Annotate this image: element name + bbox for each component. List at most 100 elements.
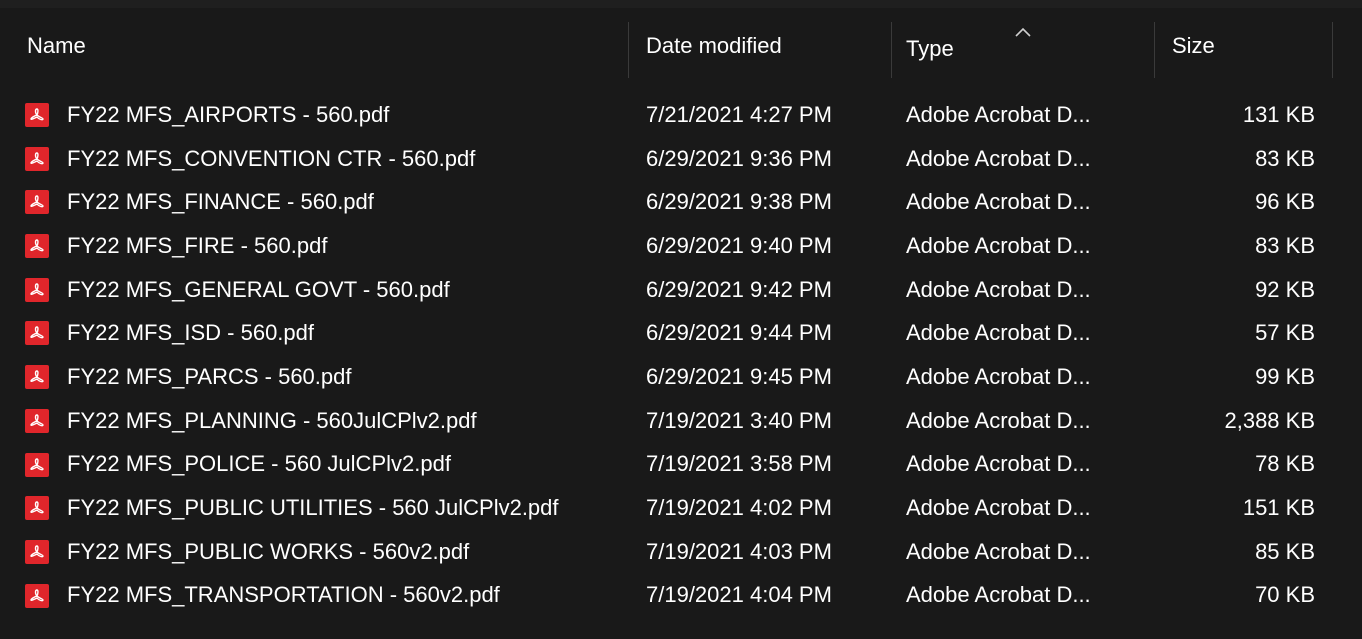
file-row[interactable]: FY22 MFS_AIRPORTS - 560.pdf 7/21/2021 4:2… — [0, 93, 1362, 137]
file-type: Adobe Acrobat D... — [906, 232, 1091, 258]
file-size: 83 KB — [1255, 145, 1315, 171]
acrobat-logo-icon — [30, 326, 44, 339]
column-header-date[interactable]: Date modified — [646, 8, 891, 84]
pdf-file-icon — [25, 583, 49, 608]
pdf-file-icon — [25, 408, 49, 433]
file-date-modified: 6/29/2021 9:40 PM — [646, 232, 832, 258]
file-size: 92 KB — [1255, 276, 1315, 302]
window-top-strip — [0, 0, 1362, 8]
file-row[interactable]: FY22 MFS_CONVENTION CTR - 560.pdf 6/29/20… — [0, 137, 1362, 181]
file-list: FY22 MFS_AIRPORTS - 560.pdf 7/21/2021 4:2… — [0, 93, 1362, 617]
file-row[interactable]: FY22 MFS_TRANSPORTATION - 560v2.pdf 7/19/… — [0, 574, 1362, 618]
acrobat-logo-icon — [30, 501, 44, 514]
file-type: Adobe Acrobat D... — [906, 320, 1091, 346]
file-name: FY22 MFS_FIRE - 560.pdf — [67, 232, 328, 258]
pdf-file-icon — [25, 277, 49, 302]
file-name: FY22 MFS_PLANNING - 560JulCPlv2.pdf — [67, 407, 477, 433]
sort-ascending-icon — [1015, 27, 1031, 37]
column-header-type-label: Type — [906, 36, 954, 61]
file-size: 99 KB — [1255, 363, 1315, 389]
file-type: Adobe Acrobat D... — [906, 101, 1091, 127]
file-name: FY22 MFS_AIRPORTS - 560.pdf — [67, 101, 390, 127]
file-date-modified: 6/29/2021 9:44 PM — [646, 320, 832, 346]
pdf-file-icon — [25, 103, 49, 127]
acrobat-logo-icon — [30, 414, 44, 427]
file-row[interactable]: FY22 MFS_ISD - 560.pdf 6/29/2021 9:44 PM A… — [0, 311, 1362, 355]
file-row[interactable]: FY22 MFS_GENERAL GOVT - 560.pdf 6/29/2021… — [0, 268, 1362, 312]
pdf-file-icon — [25, 365, 49, 390]
file-size: 85 KB — [1255, 538, 1315, 564]
file-date-modified: 7/19/2021 4:03 PM — [646, 538, 832, 564]
column-header-date-label: Date modified — [646, 33, 782, 58]
file-name: FY22 MFS_ISD - 560.pdf — [67, 320, 314, 346]
acrobat-logo-icon — [30, 545, 44, 558]
column-header-name[interactable]: Name — [27, 8, 627, 84]
file-row[interactable]: FY22 MFS_POLICE - 560 JulCPlv2.pdf 7/19/2… — [0, 443, 1362, 487]
file-type: Adobe Acrobat D... — [906, 189, 1091, 215]
file-name: FY22 MFS_PARCS - 560.pdf — [67, 363, 352, 389]
file-type: Adobe Acrobat D... — [906, 495, 1091, 521]
file-date-modified: 7/19/2021 3:58 PM — [646, 451, 832, 477]
column-header-bar: Name Date modified Type Size — [0, 8, 1362, 84]
file-type: Adobe Acrobat D... — [906, 407, 1091, 433]
column-header-name-label: Name — [27, 33, 86, 58]
file-date-modified: 7/19/2021 4:02 PM — [646, 495, 832, 521]
acrobat-logo-icon — [30, 195, 44, 208]
file-name: FY22 MFS_TRANSPORTATION - 560v2.pdf — [67, 582, 500, 608]
file-date-modified: 7/19/2021 4:04 PM — [646, 582, 832, 608]
file-name: FY22 MFS_PUBLIC UTILITIES - 560 JulCPlv2… — [67, 495, 559, 521]
acrobat-logo-icon — [30, 108, 44, 121]
file-type: Adobe Acrobat D... — [906, 451, 1091, 477]
file-date-modified: 6/29/2021 9:45 PM — [646, 363, 832, 389]
file-size: 96 KB — [1255, 189, 1315, 215]
file-name: FY22 MFS_FINANCE - 560.pdf — [67, 189, 374, 215]
file-name: FY22 MFS_POLICE - 560 JulCPlv2.pdf — [67, 451, 451, 477]
file-name: FY22 MFS_GENERAL GOVT - 560.pdf — [67, 276, 450, 302]
pdf-file-icon — [25, 539, 49, 564]
file-row[interactable]: FY22 MFS_FIRE - 560.pdf 6/29/2021 9:40 PM… — [0, 224, 1362, 268]
file-size: 83 KB — [1255, 232, 1315, 258]
file-size: 70 KB — [1255, 582, 1315, 608]
acrobat-logo-icon — [30, 370, 44, 383]
file-type: Adobe Acrobat D... — [906, 538, 1091, 564]
pdf-file-icon — [25, 190, 49, 215]
acrobat-logo-icon — [30, 283, 44, 296]
column-divider[interactable] — [1332, 22, 1333, 78]
acrobat-logo-icon — [30, 151, 44, 165]
column-header-size[interactable]: Size — [1172, 8, 1327, 84]
file-type: Adobe Acrobat D... — [906, 145, 1091, 171]
pdf-file-icon — [25, 496, 49, 521]
acrobat-logo-icon — [30, 239, 44, 252]
file-type: Adobe Acrobat D... — [906, 276, 1091, 302]
column-divider[interactable] — [1154, 22, 1155, 78]
pdf-file-icon — [25, 452, 49, 477]
file-row[interactable]: FY22 MFS_PARCS - 560.pdf 6/29/2021 9:45 P… — [0, 355, 1362, 399]
file-row[interactable]: FY22 MFS_PLANNING - 560JulCPlv2.pdf 7/19/… — [0, 399, 1362, 443]
file-date-modified: 6/29/2021 9:36 PM — [646, 145, 832, 171]
file-row[interactable]: FY22 MFS_FINANCE - 560.pdf 6/29/2021 9:38… — [0, 180, 1362, 224]
pdf-file-icon — [25, 321, 49, 346]
file-size: 2,388 KB — [1224, 407, 1315, 433]
pdf-file-icon — [25, 234, 49, 259]
pdf-file-icon — [25, 146, 49, 171]
file-size: 151 KB — [1242, 495, 1315, 521]
file-size: 131 KB — [1242, 101, 1315, 127]
file-date-modified: 7/19/2021 3:40 PM — [646, 407, 832, 433]
acrobat-logo-icon — [30, 457, 44, 470]
file-date-modified: 6/29/2021 9:42 PM — [646, 276, 832, 302]
column-header-size-label: Size — [1172, 33, 1215, 58]
file-date-modified: 6/29/2021 9:38 PM — [646, 189, 832, 215]
column-divider[interactable] — [891, 22, 892, 78]
column-header-type[interactable]: Type — [906, 8, 1151, 84]
file-type: Adobe Acrobat D... — [906, 582, 1091, 608]
file-row[interactable]: FY22 MFS_PUBLIC WORKS - 560v2.pdf 7/19/20… — [0, 530, 1362, 574]
column-divider[interactable] — [628, 22, 629, 78]
file-size: 78 KB — [1255, 451, 1315, 477]
file-size: 57 KB — [1255, 320, 1315, 346]
file-name: FY22 MFS_CONVENTION CTR - 560.pdf — [67, 145, 476, 171]
file-row[interactable]: FY22 MFS_PUBLIC UTILITIES - 560 JulCPlv2… — [0, 486, 1362, 530]
file-date-modified: 7/21/2021 4:27 PM — [646, 101, 832, 127]
acrobat-logo-icon — [30, 588, 44, 601]
file-type: Adobe Acrobat D... — [906, 363, 1091, 389]
file-name: FY22 MFS_PUBLIC WORKS - 560v2.pdf — [67, 538, 470, 564]
